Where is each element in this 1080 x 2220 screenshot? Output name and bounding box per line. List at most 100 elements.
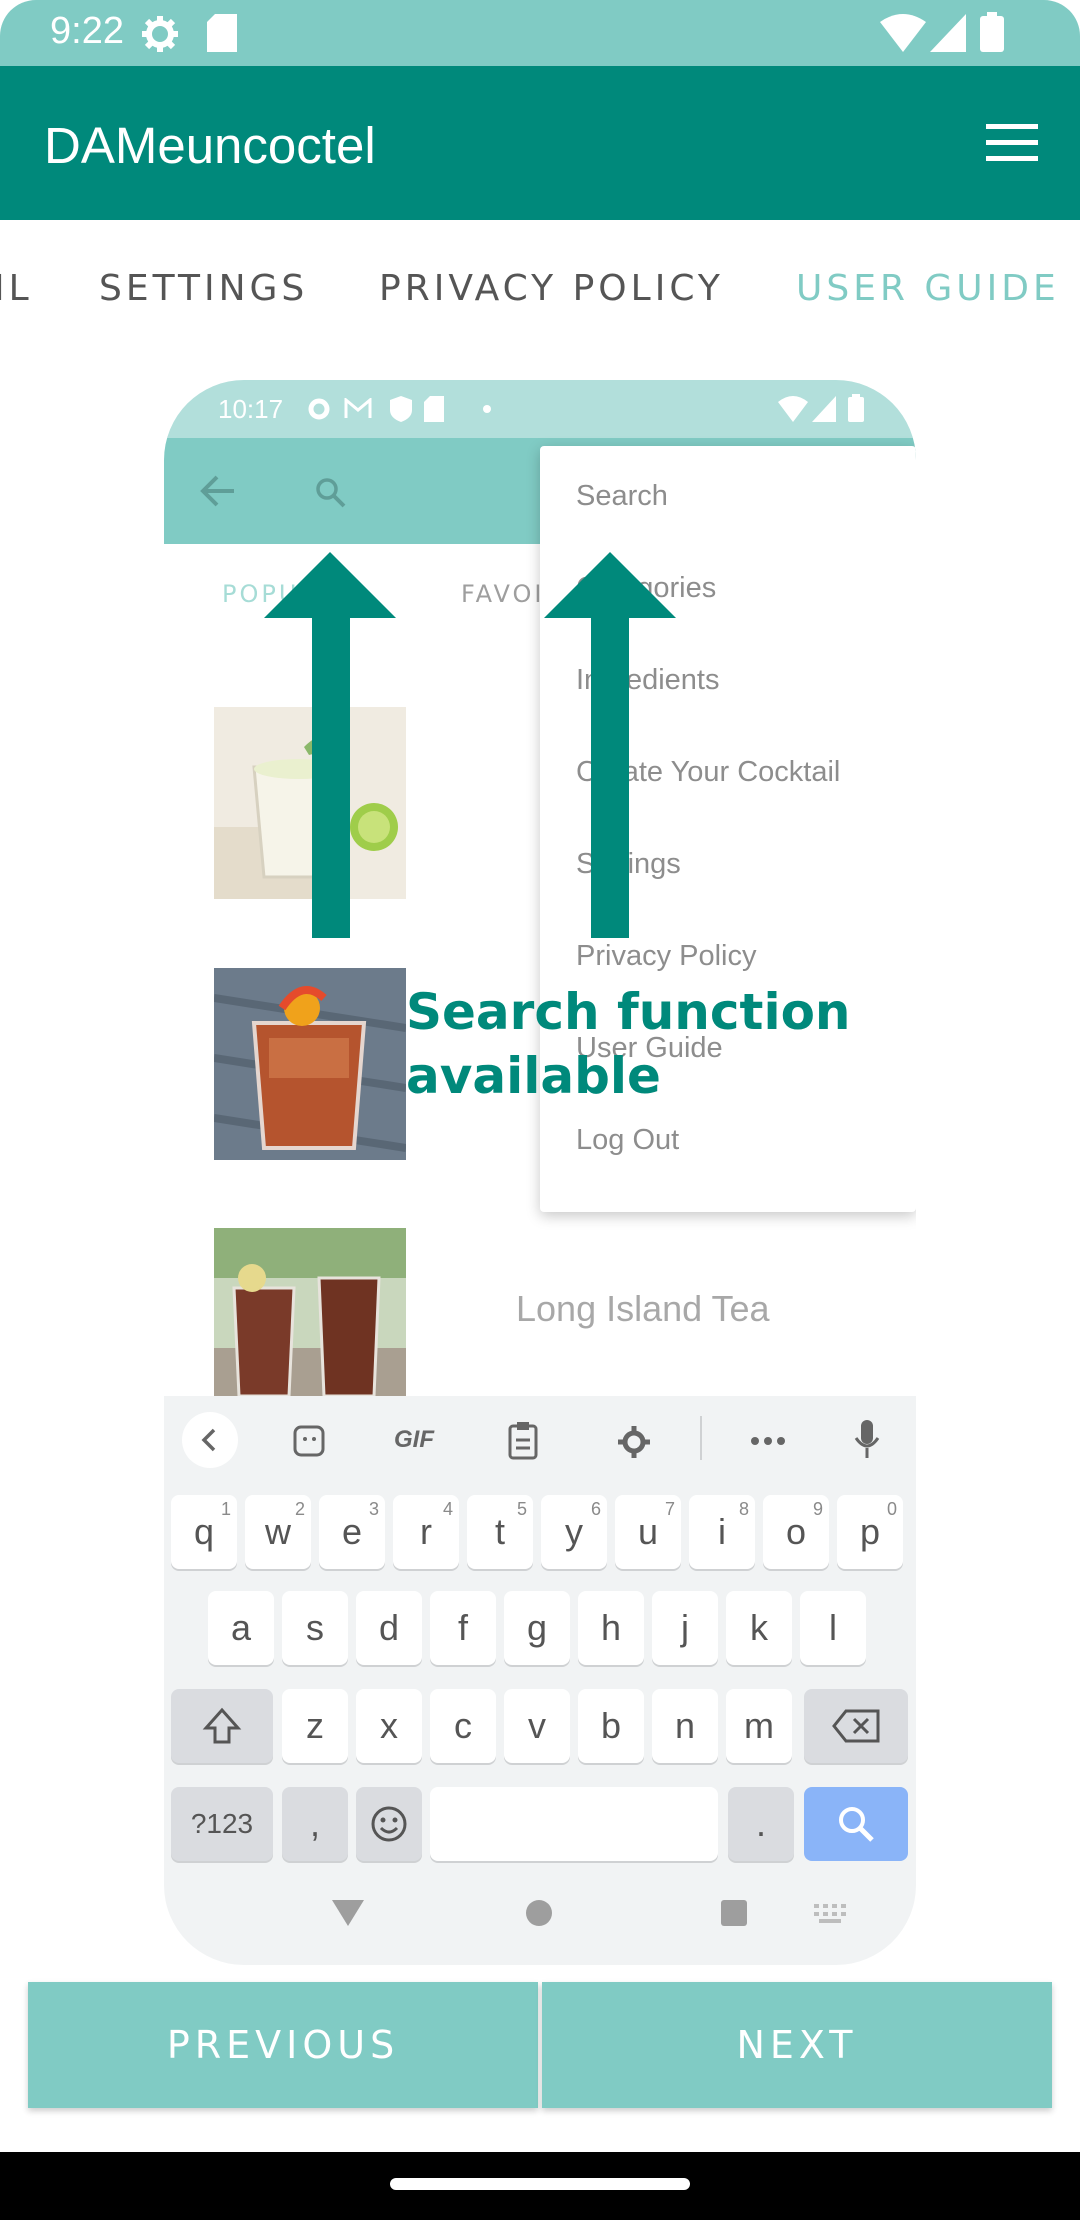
key-g[interactable]: g	[504, 1591, 570, 1665]
guide-caption: Search function available	[406, 980, 916, 1108]
tab-partial[interactable]: IL	[0, 268, 33, 309]
backspace-icon	[832, 1709, 880, 1743]
emoji-icon	[371, 1806, 407, 1842]
period-key[interactable]: .	[728, 1787, 794, 1861]
key-n[interactable]: n	[652, 1689, 718, 1763]
key-v[interactable]: v	[504, 1689, 570, 1763]
home-circle-icon[interactable]	[524, 1898, 554, 1928]
search-action-key[interactable]	[804, 1787, 908, 1861]
caption-line-2: available	[406, 1047, 661, 1105]
previous-button[interactable]: PREVIOUS	[28, 1982, 538, 2108]
key-label: u	[637, 1511, 659, 1552]
app-bar: DAMeuncoctel	[0, 66, 1080, 220]
key-hint: 5	[516, 1499, 527, 1519]
comma-key[interactable]: ,	[282, 1787, 348, 1861]
gif-button[interactable]: GIF	[394, 1426, 434, 1454]
cocktail-thumbnail	[214, 1228, 406, 1396]
key-label: q	[193, 1511, 215, 1552]
shield-play-icon	[390, 396, 412, 422]
key-y[interactable]: y6	[541, 1495, 607, 1569]
key-m[interactable]: m	[726, 1689, 792, 1763]
back-triangle-icon[interactable]	[330, 1898, 366, 1928]
microphone-icon[interactable]	[854, 1418, 880, 1460]
keyboard-collapse-button[interactable]	[182, 1412, 238, 1468]
menu-item-search[interactable]: Search	[576, 480, 668, 513]
backspace-key[interactable]	[804, 1689, 908, 1763]
gear-icon[interactable]	[616, 1424, 652, 1460]
wifi-icon	[880, 14, 926, 52]
recents-square-icon[interactable]	[719, 1898, 749, 1928]
key-j[interactable]: j	[652, 1591, 718, 1665]
soft-keyboard: GIF q1 w2 e3 r4 t5 y6 u7 i8 o9 p0 a s d …	[164, 1396, 916, 1965]
key-hint: 2	[294, 1499, 305, 1519]
key-l[interactable]: l	[800, 1591, 866, 1665]
key-h[interactable]: h	[578, 1591, 644, 1665]
key-u[interactable]: u7	[615, 1495, 681, 1569]
menu-item-privacy-policy[interactable]: Privacy Policy	[576, 940, 757, 973]
key-p[interactable]: p0	[837, 1495, 903, 1569]
key-label: r	[420, 1511, 432, 1552]
tab-privacy-policy[interactable]: PRIVACY POLICY	[379, 268, 724, 309]
list-item-label: Long Island Tea	[516, 1288, 770, 1329]
search-icon[interactable]	[314, 476, 346, 508]
wifi-icon	[778, 396, 808, 422]
sd-card-icon	[424, 396, 444, 422]
key-z[interactable]: z	[282, 1689, 348, 1763]
key-label: e	[341, 1511, 363, 1552]
key-hint: 4	[442, 1499, 453, 1519]
key-s[interactable]: s	[282, 1591, 348, 1665]
next-button[interactable]: NEXT	[542, 1982, 1052, 2108]
key-w[interactable]: w2	[245, 1495, 311, 1569]
key-hint: 0	[886, 1499, 897, 1519]
key-x[interactable]: x	[356, 1689, 422, 1763]
inner-status-time: 10:17	[218, 394, 284, 424]
key-f[interactable]: f	[430, 1591, 496, 1665]
key-label: p	[859, 1511, 881, 1552]
key-label: t	[494, 1511, 505, 1552]
key-e[interactable]: e3	[319, 1495, 385, 1569]
arrow-up-icon	[544, 552, 676, 938]
gear-icon	[142, 16, 178, 52]
keyboard-switch-icon[interactable]	[814, 1904, 848, 1924]
key-hint: 6	[590, 1499, 601, 1519]
app-title: DAMeuncoctel	[44, 117, 376, 174]
shift-key[interactable]	[171, 1689, 273, 1763]
key-hint: 7	[664, 1499, 675, 1519]
sd-card-icon	[207, 14, 237, 52]
symbols-key[interactable]: ?123	[171, 1787, 273, 1861]
shift-icon	[202, 1707, 242, 1744]
emoji-key[interactable]	[356, 1787, 422, 1861]
key-d[interactable]: d	[356, 1591, 422, 1665]
key-i[interactable]: i8	[689, 1495, 755, 1569]
gear-icon	[308, 398, 330, 420]
system-navigation-bar	[0, 2152, 1080, 2220]
back-arrow-icon[interactable]	[200, 474, 236, 508]
key-hint: 3	[368, 1499, 379, 1519]
home-gesture-pill[interactable]	[390, 2178, 690, 2190]
key-hint: 1	[220, 1499, 231, 1519]
sticker-icon[interactable]	[292, 1424, 328, 1460]
more-options-icon[interactable]	[750, 1436, 786, 1446]
key-q[interactable]: q1	[171, 1495, 237, 1569]
key-o[interactable]: o9	[763, 1495, 829, 1569]
menu-item-log-out[interactable]: Log Out	[576, 1124, 679, 1157]
guide-screenshot: 10:17 POPU FAVOI Long Island Tea Search …	[164, 380, 916, 1965]
dot-icon	[483, 405, 491, 413]
key-k[interactable]: k	[726, 1591, 792, 1665]
key-r[interactable]: r4	[393, 1495, 459, 1569]
hamburger-menu-icon[interactable]	[986, 124, 1038, 164]
cocktail-thumbnail	[214, 968, 406, 1160]
key-b[interactable]: b	[578, 1689, 644, 1763]
tab-settings[interactable]: SETTINGS	[99, 268, 308, 309]
tab-user-guide[interactable]: USER GUIDE	[796, 268, 1060, 309]
space-key[interactable]	[430, 1787, 718, 1861]
status-bar: 9:22	[0, 0, 1080, 66]
key-c[interactable]: c	[430, 1689, 496, 1763]
clipboard-icon[interactable]	[507, 1420, 539, 1460]
key-hint: 8	[738, 1499, 749, 1519]
key-t[interactable]: t5	[467, 1495, 533, 1569]
key-a[interactable]: a	[208, 1591, 274, 1665]
arrow-up-icon	[264, 552, 396, 938]
key-hint: 9	[812, 1499, 823, 1519]
key-label: o	[785, 1511, 807, 1552]
